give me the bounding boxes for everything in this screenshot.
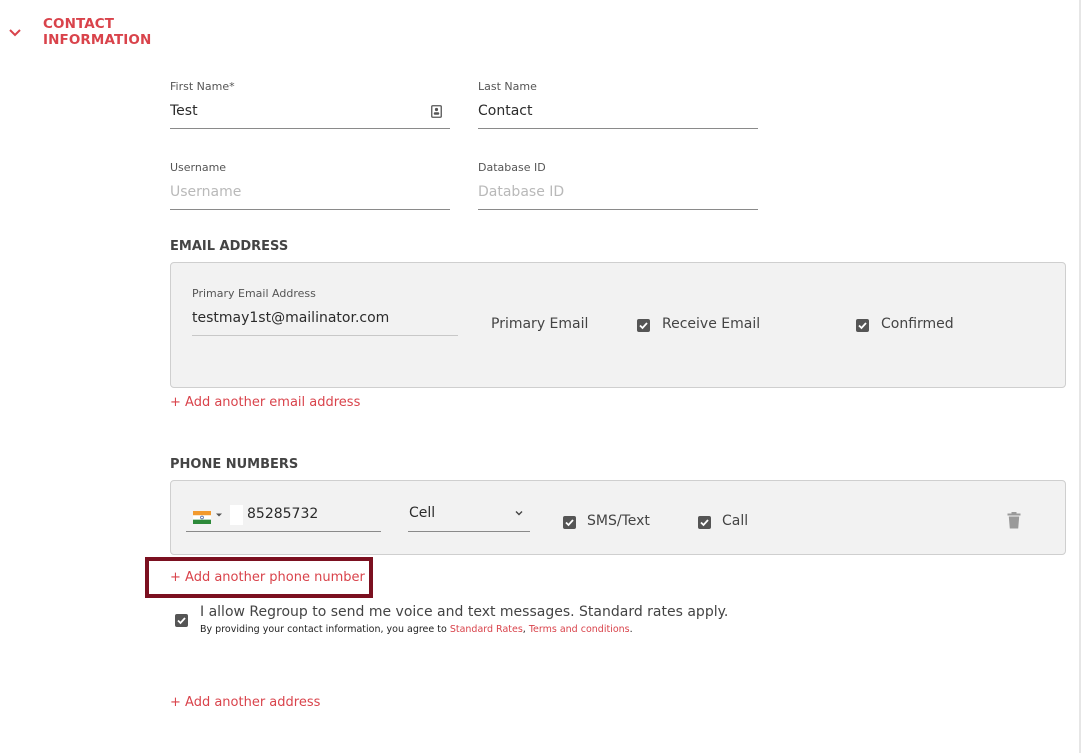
last-name-input[interactable] xyxy=(478,103,748,119)
phone-heading: PHONE NUMBERS xyxy=(170,457,299,472)
sms-label[interactable]: SMS/Text xyxy=(587,513,650,529)
india-flag-icon[interactable] xyxy=(193,509,211,524)
scrollbar-track[interactable] xyxy=(1079,0,1081,753)
first-name-input[interactable] xyxy=(170,103,420,119)
checkmark-icon xyxy=(700,519,709,527)
trash-icon[interactable] xyxy=(1007,512,1021,529)
confirmed-checkbox[interactable] xyxy=(856,319,869,332)
phone-number-underline xyxy=(186,531,381,532)
checkmark-icon xyxy=(639,322,648,330)
primary-email-tag: Primary Email xyxy=(491,316,589,332)
call-checkbox[interactable] xyxy=(698,516,711,529)
dial-code-mask xyxy=(230,505,243,525)
phone-number-input[interactable] xyxy=(247,506,372,522)
database-id-input[interactable] xyxy=(478,184,748,200)
username-underline xyxy=(170,209,450,210)
primary-email-label: Primary Email Address xyxy=(192,287,316,300)
add-address-link[interactable]: + Add another address xyxy=(170,695,320,710)
primary-email-underline xyxy=(192,335,458,336)
username-label: Username xyxy=(170,161,227,174)
first-name-label: First Name* xyxy=(170,80,235,93)
username-input[interactable] xyxy=(170,184,440,200)
phone-type-select[interactable]: Cell xyxy=(408,505,530,527)
contact-card-icon[interactable] xyxy=(431,105,442,118)
last-name-underline xyxy=(478,128,758,129)
terms-link[interactable]: Terms and conditions xyxy=(529,624,630,635)
email-heading: EMAIL ADDRESS xyxy=(170,239,289,254)
primary-email-input[interactable] xyxy=(192,310,452,326)
section-title[interactable]: CONTACT INFORMATION xyxy=(43,16,151,48)
fine-print-suffix: . xyxy=(629,624,633,635)
receive-email-label[interactable]: Receive Email xyxy=(662,316,760,332)
highlight-box xyxy=(145,557,373,598)
chevron-down-icon xyxy=(515,511,523,516)
last-name-label: Last Name xyxy=(478,80,537,93)
checkmark-icon xyxy=(565,519,574,527)
fine-print-prefix: By providing your contact information, y… xyxy=(200,624,450,635)
caret-down-icon[interactable] xyxy=(216,512,222,518)
consent-fine-print: By providing your contact information, y… xyxy=(200,624,633,635)
first-name-underline xyxy=(170,128,450,129)
database-id-underline xyxy=(478,209,758,210)
confirmed-label[interactable]: Confirmed xyxy=(881,316,954,332)
standard-rates-link[interactable]: Standard Rates xyxy=(450,624,523,635)
phone-type-value: Cell xyxy=(409,505,436,521)
consent-checkbox[interactable] xyxy=(175,614,188,627)
checkmark-icon xyxy=(858,322,867,330)
receive-email-checkbox[interactable] xyxy=(637,319,650,332)
sms-checkbox[interactable] xyxy=(563,516,576,529)
consent-text: I allow Regroup to send me voice and tex… xyxy=(200,604,729,620)
chevron-down-icon[interactable] xyxy=(8,26,22,40)
phone-type-underline xyxy=(408,531,530,532)
add-email-link[interactable]: + Add another email address xyxy=(170,395,360,410)
checkmark-icon xyxy=(177,617,186,625)
call-label[interactable]: Call xyxy=(722,513,748,529)
database-id-label: Database ID xyxy=(478,161,546,174)
